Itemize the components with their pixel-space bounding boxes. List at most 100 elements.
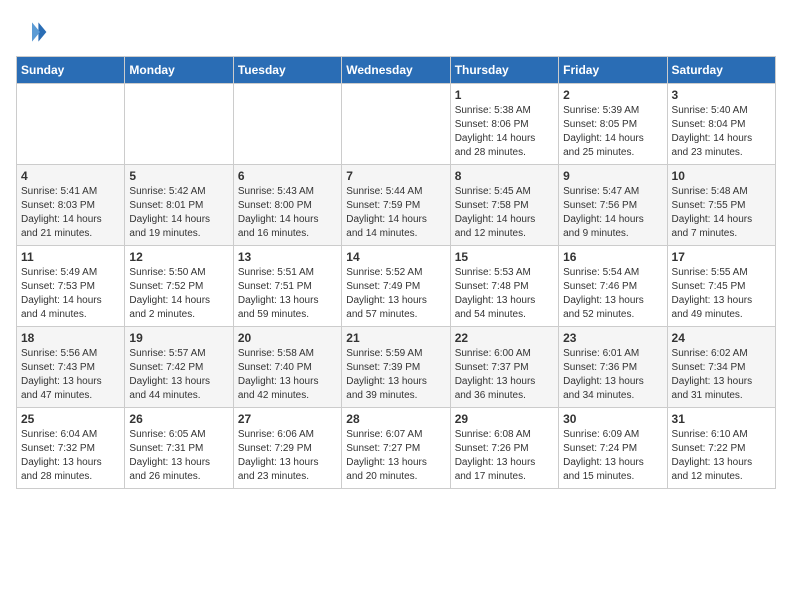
header-cell-monday: Monday — [125, 57, 233, 84]
day-cell: 21 Sunrise: 5:59 AM Sunset: 7:39 PM Dayli… — [342, 327, 450, 408]
calendar-table: SundayMondayTuesdayWednesdayThursdayFrid… — [16, 56, 776, 489]
day-cell: 24 Sunrise: 6:02 AM Sunset: 7:34 PM Dayli… — [667, 327, 775, 408]
day-cell: 13 Sunrise: 5:51 AM Sunset: 7:51 PM Dayli… — [233, 246, 341, 327]
day-number: 23 — [563, 331, 662, 345]
day-cell: 20 Sunrise: 5:58 AM Sunset: 7:40 PM Dayli… — [233, 327, 341, 408]
day-detail: Sunrise: 5:44 AM Sunset: 7:59 PM Dayligh… — [346, 185, 445, 241]
day-cell — [342, 84, 450, 165]
header-cell-tuesday: Tuesday — [233, 57, 341, 84]
day-number: 5 — [129, 169, 228, 183]
day-cell: 27 Sunrise: 6:06 AM Sunset: 7:29 PM Dayli… — [233, 408, 341, 489]
day-number: 3 — [672, 88, 771, 102]
header-row: SundayMondayTuesdayWednesdayThursdayFrid… — [17, 57, 776, 84]
day-cell: 31Sunrise: 6:10 AM Sunset: 7:22 PM Dayli… — [667, 408, 775, 489]
day-cell: 15 Sunrise: 5:53 AM Sunset: 7:48 PM Dayli… — [450, 246, 558, 327]
day-detail: Sunrise: 6:00 AM Sunset: 7:37 PM Dayligh… — [455, 347, 554, 403]
day-cell: 8 Sunrise: 5:45 AM Sunset: 7:58 PM Daylig… — [450, 165, 558, 246]
day-detail: Sunrise: 5:54 AM Sunset: 7:46 PM Dayligh… — [563, 266, 662, 322]
day-number: 15 — [455, 250, 554, 264]
day-cell: 28 Sunrise: 6:07 AM Sunset: 7:27 PM Dayli… — [342, 408, 450, 489]
day-cell: 22 Sunrise: 6:00 AM Sunset: 7:37 PM Dayli… — [450, 327, 558, 408]
day-detail: Sunrise: 5:53 AM Sunset: 7:48 PM Dayligh… — [455, 266, 554, 322]
day-number: 1 — [455, 88, 554, 102]
day-cell: 14 Sunrise: 5:52 AM Sunset: 7:49 PM Dayli… — [342, 246, 450, 327]
day-number: 12 — [129, 250, 228, 264]
day-detail: Sunrise: 5:59 AM Sunset: 7:39 PM Dayligh… — [346, 347, 445, 403]
header-cell-friday: Friday — [559, 57, 667, 84]
day-number: 26 — [129, 412, 228, 426]
day-number: 21 — [346, 331, 445, 345]
day-detail: Sunrise: 5:56 AM Sunset: 7:43 PM Dayligh… — [21, 347, 120, 403]
day-cell: 2 Sunrise: 5:39 AM Sunset: 8:05 PM Daylig… — [559, 84, 667, 165]
day-detail: Sunrise: 6:08 AM Sunset: 7:26 PM Dayligh… — [455, 428, 554, 484]
day-cell: 10 Sunrise: 5:48 AM Sunset: 7:55 PM Dayli… — [667, 165, 775, 246]
day-detail: Sunrise: 5:45 AM Sunset: 7:58 PM Dayligh… — [455, 185, 554, 241]
day-detail: Sunrise: 6:01 AM Sunset: 7:36 PM Dayligh… — [563, 347, 662, 403]
day-cell — [17, 84, 125, 165]
day-cell: 16 Sunrise: 5:54 AM Sunset: 7:46 PM Dayli… — [559, 246, 667, 327]
day-number: 14 — [346, 250, 445, 264]
day-detail: Sunrise: 6:06 AM Sunset: 7:29 PM Dayligh… — [238, 428, 337, 484]
day-detail: Sunrise: 6:10 AM Sunset: 7:22 PM Dayligh… — [672, 428, 771, 484]
week-row-3: 11 Sunrise: 5:49 AM Sunset: 7:53 PM Dayli… — [17, 246, 776, 327]
day-detail: Sunrise: 5:47 AM Sunset: 7:56 PM Dayligh… — [563, 185, 662, 241]
day-number: 19 — [129, 331, 228, 345]
day-detail: Sunrise: 6:02 AM Sunset: 7:34 PM Dayligh… — [672, 347, 771, 403]
day-number: 25 — [21, 412, 120, 426]
day-cell: 3 Sunrise: 5:40 AM Sunset: 8:04 PM Daylig… — [667, 84, 775, 165]
week-row-5: 25 Sunrise: 6:04 AM Sunset: 7:32 PM Dayli… — [17, 408, 776, 489]
day-number: 2 — [563, 88, 662, 102]
day-number: 22 — [455, 331, 554, 345]
day-cell: 12 Sunrise: 5:50 AM Sunset: 7:52 PM Dayli… — [125, 246, 233, 327]
day-detail: Sunrise: 6:07 AM Sunset: 7:27 PM Dayligh… — [346, 428, 445, 484]
day-detail: Sunrise: 5:58 AM Sunset: 7:40 PM Dayligh… — [238, 347, 337, 403]
day-cell: 26 Sunrise: 6:05 AM Sunset: 7:31 PM Dayli… — [125, 408, 233, 489]
logo-icon — [16, 16, 48, 48]
header-cell-thursday: Thursday — [450, 57, 558, 84]
week-row-2: 4 Sunrise: 5:41 AM Sunset: 8:03 PM Daylig… — [17, 165, 776, 246]
day-detail: Sunrise: 5:52 AM Sunset: 7:49 PM Dayligh… — [346, 266, 445, 322]
week-row-1: 1 Sunrise: 5:38 AM Sunset: 8:06 PM Daylig… — [17, 84, 776, 165]
logo — [16, 16, 52, 48]
day-number: 7 — [346, 169, 445, 183]
day-detail: Sunrise: 5:40 AM Sunset: 8:04 PM Dayligh… — [672, 104, 771, 160]
day-detail: Sunrise: 5:50 AM Sunset: 7:52 PM Dayligh… — [129, 266, 228, 322]
day-cell — [125, 84, 233, 165]
week-row-4: 18 Sunrise: 5:56 AM Sunset: 7:43 PM Dayli… — [17, 327, 776, 408]
day-number: 9 — [563, 169, 662, 183]
day-detail: Sunrise: 5:42 AM Sunset: 8:01 PM Dayligh… — [129, 185, 228, 241]
day-number: 10 — [672, 169, 771, 183]
day-detail: Sunrise: 5:43 AM Sunset: 8:00 PM Dayligh… — [238, 185, 337, 241]
day-number: 28 — [346, 412, 445, 426]
day-detail: Sunrise: 5:39 AM Sunset: 8:05 PM Dayligh… — [563, 104, 662, 160]
day-detail: Sunrise: 6:09 AM Sunset: 7:24 PM Dayligh… — [563, 428, 662, 484]
day-detail: Sunrise: 5:38 AM Sunset: 8:06 PM Dayligh… — [455, 104, 554, 160]
day-detail: Sunrise: 5:57 AM Sunset: 7:42 PM Dayligh… — [129, 347, 228, 403]
day-cell: 6Sunrise: 5:43 AM Sunset: 8:00 PM Daylig… — [233, 165, 341, 246]
day-number: 20 — [238, 331, 337, 345]
day-number: 24 — [672, 331, 771, 345]
day-detail: Sunrise: 5:51 AM Sunset: 7:51 PM Dayligh… — [238, 266, 337, 322]
header-cell-sunday: Sunday — [17, 57, 125, 84]
day-cell: 4 Sunrise: 5:41 AM Sunset: 8:03 PM Daylig… — [17, 165, 125, 246]
day-number: 16 — [563, 250, 662, 264]
day-number: 17 — [672, 250, 771, 264]
day-detail: Sunrise: 6:04 AM Sunset: 7:32 PM Dayligh… — [21, 428, 120, 484]
day-cell: 9 Sunrise: 5:47 AM Sunset: 7:56 PM Daylig… — [559, 165, 667, 246]
day-detail: Sunrise: 5:48 AM Sunset: 7:55 PM Dayligh… — [672, 185, 771, 241]
day-number: 4 — [21, 169, 120, 183]
day-number: 27 — [238, 412, 337, 426]
day-number: 30 — [563, 412, 662, 426]
day-detail: Sunrise: 5:49 AM Sunset: 7:53 PM Dayligh… — [21, 266, 120, 322]
day-number: 11 — [21, 250, 120, 264]
header-cell-saturday: Saturday — [667, 57, 775, 84]
day-number: 18 — [21, 331, 120, 345]
day-cell: 18 Sunrise: 5:56 AM Sunset: 7:43 PM Dayli… — [17, 327, 125, 408]
header-cell-wednesday: Wednesday — [342, 57, 450, 84]
day-number: 13 — [238, 250, 337, 264]
day-cell: 1 Sunrise: 5:38 AM Sunset: 8:06 PM Daylig… — [450, 84, 558, 165]
day-detail: Sunrise: 5:41 AM Sunset: 8:03 PM Dayligh… — [21, 185, 120, 241]
page-header — [16, 16, 776, 48]
day-detail: Sunrise: 6:05 AM Sunset: 7:31 PM Dayligh… — [129, 428, 228, 484]
day-number: 8 — [455, 169, 554, 183]
